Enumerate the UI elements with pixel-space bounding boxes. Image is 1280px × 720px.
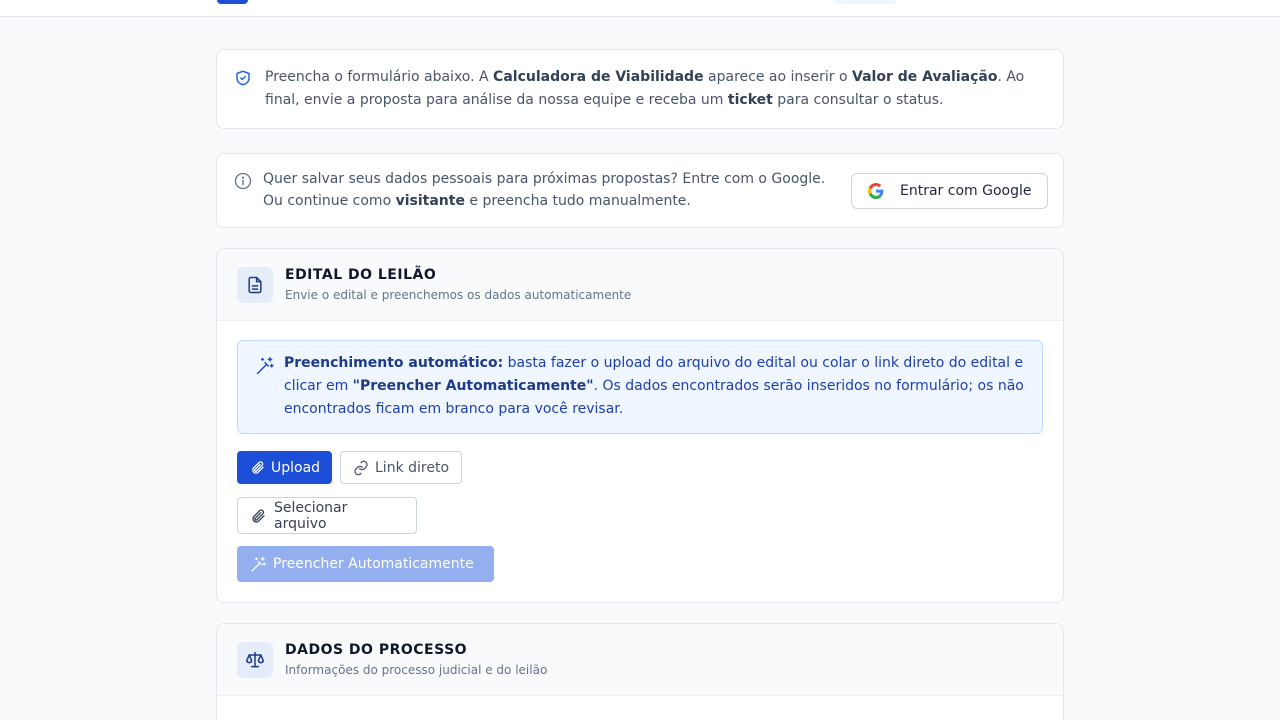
intro-text: Preencha o formulário abaixo. A Calculad… — [265, 69, 1025, 108]
edital-section: EDITAL DO LEILÃO Envie o edital e preenc… — [216, 248, 1064, 603]
login-line-1: Quer salvar seus dados pessoais para pró… — [263, 171, 826, 187]
paperclip-icon — [250, 460, 265, 475]
tab-upload-label: Upload — [271, 459, 321, 476]
section-title: EDITAL DO LEILÃO — [285, 267, 437, 283]
section-subtitle: Informações do processo judicial e do le… — [285, 663, 548, 677]
google-icon — [868, 183, 884, 199]
google-login-button[interactable]: Entrar com Google — [851, 173, 1048, 209]
shield-check-icon — [234, 69, 252, 87]
select-file-label: Selecionar arquivo — [274, 499, 348, 532]
section-subtitle: Envie o edital e preenchemos os dados au… — [285, 288, 632, 302]
processo-header: DADOS DO PROCESSO Informações do process… — [217, 624, 1063, 696]
scale-icon — [237, 642, 273, 678]
google-login-label: Entrar com Google — [900, 183, 1032, 199]
link-icon — [353, 460, 369, 476]
magic-wand-icon — [255, 356, 275, 376]
autofill-callout-text: Preenchimento automático: basta fazer o … — [284, 355, 1024, 417]
processo-section: DADOS DO PROCESSO Informações do process… — [216, 623, 1064, 720]
info-icon — [234, 172, 252, 190]
tab-link-label: Link direto — [375, 459, 450, 476]
calculator-term: Calculadora de Viabilidade — [493, 69, 704, 85]
login-text: Quer salvar seus dados pessoais para pró… — [263, 168, 843, 212]
select-file-button[interactable]: Selecionar arquivo — [237, 497, 417, 534]
document-icon — [237, 267, 273, 303]
tab-link-direto[interactable]: Link direto — [340, 451, 462, 484]
tab-upload[interactable]: Upload — [237, 451, 332, 484]
login-card: Quer salvar seus dados pessoais para pró… — [216, 153, 1064, 228]
edital-header: EDITAL DO LEILÃO Envie o edital e preenc… — [217, 249, 1063, 321]
magic-wand-icon — [250, 556, 267, 573]
autofill-label: Preencher Automaticamente — [273, 556, 474, 572]
valor-avaliacao-term: Valor de Avaliação — [852, 69, 998, 85]
top-navbar — [0, 0, 1280, 17]
autofill-button[interactable]: Preencher Automaticamente — [237, 546, 494, 582]
section-title: DADOS DO PROCESSO — [285, 642, 468, 658]
nav-pill[interactable] — [834, 0, 897, 4]
paperclip-icon — [250, 508, 266, 524]
intro-card: Preencha o formulário abaixo. A Calculad… — [216, 49, 1064, 129]
ticket-term: ticket — [727, 92, 773, 108]
autofill-callout: Preenchimento automático: basta fazer o … — [237, 340, 1043, 434]
logo[interactable] — [217, 0, 248, 4]
login-line-2: Ou continue como visitante e preencha tu… — [263, 193, 691, 209]
